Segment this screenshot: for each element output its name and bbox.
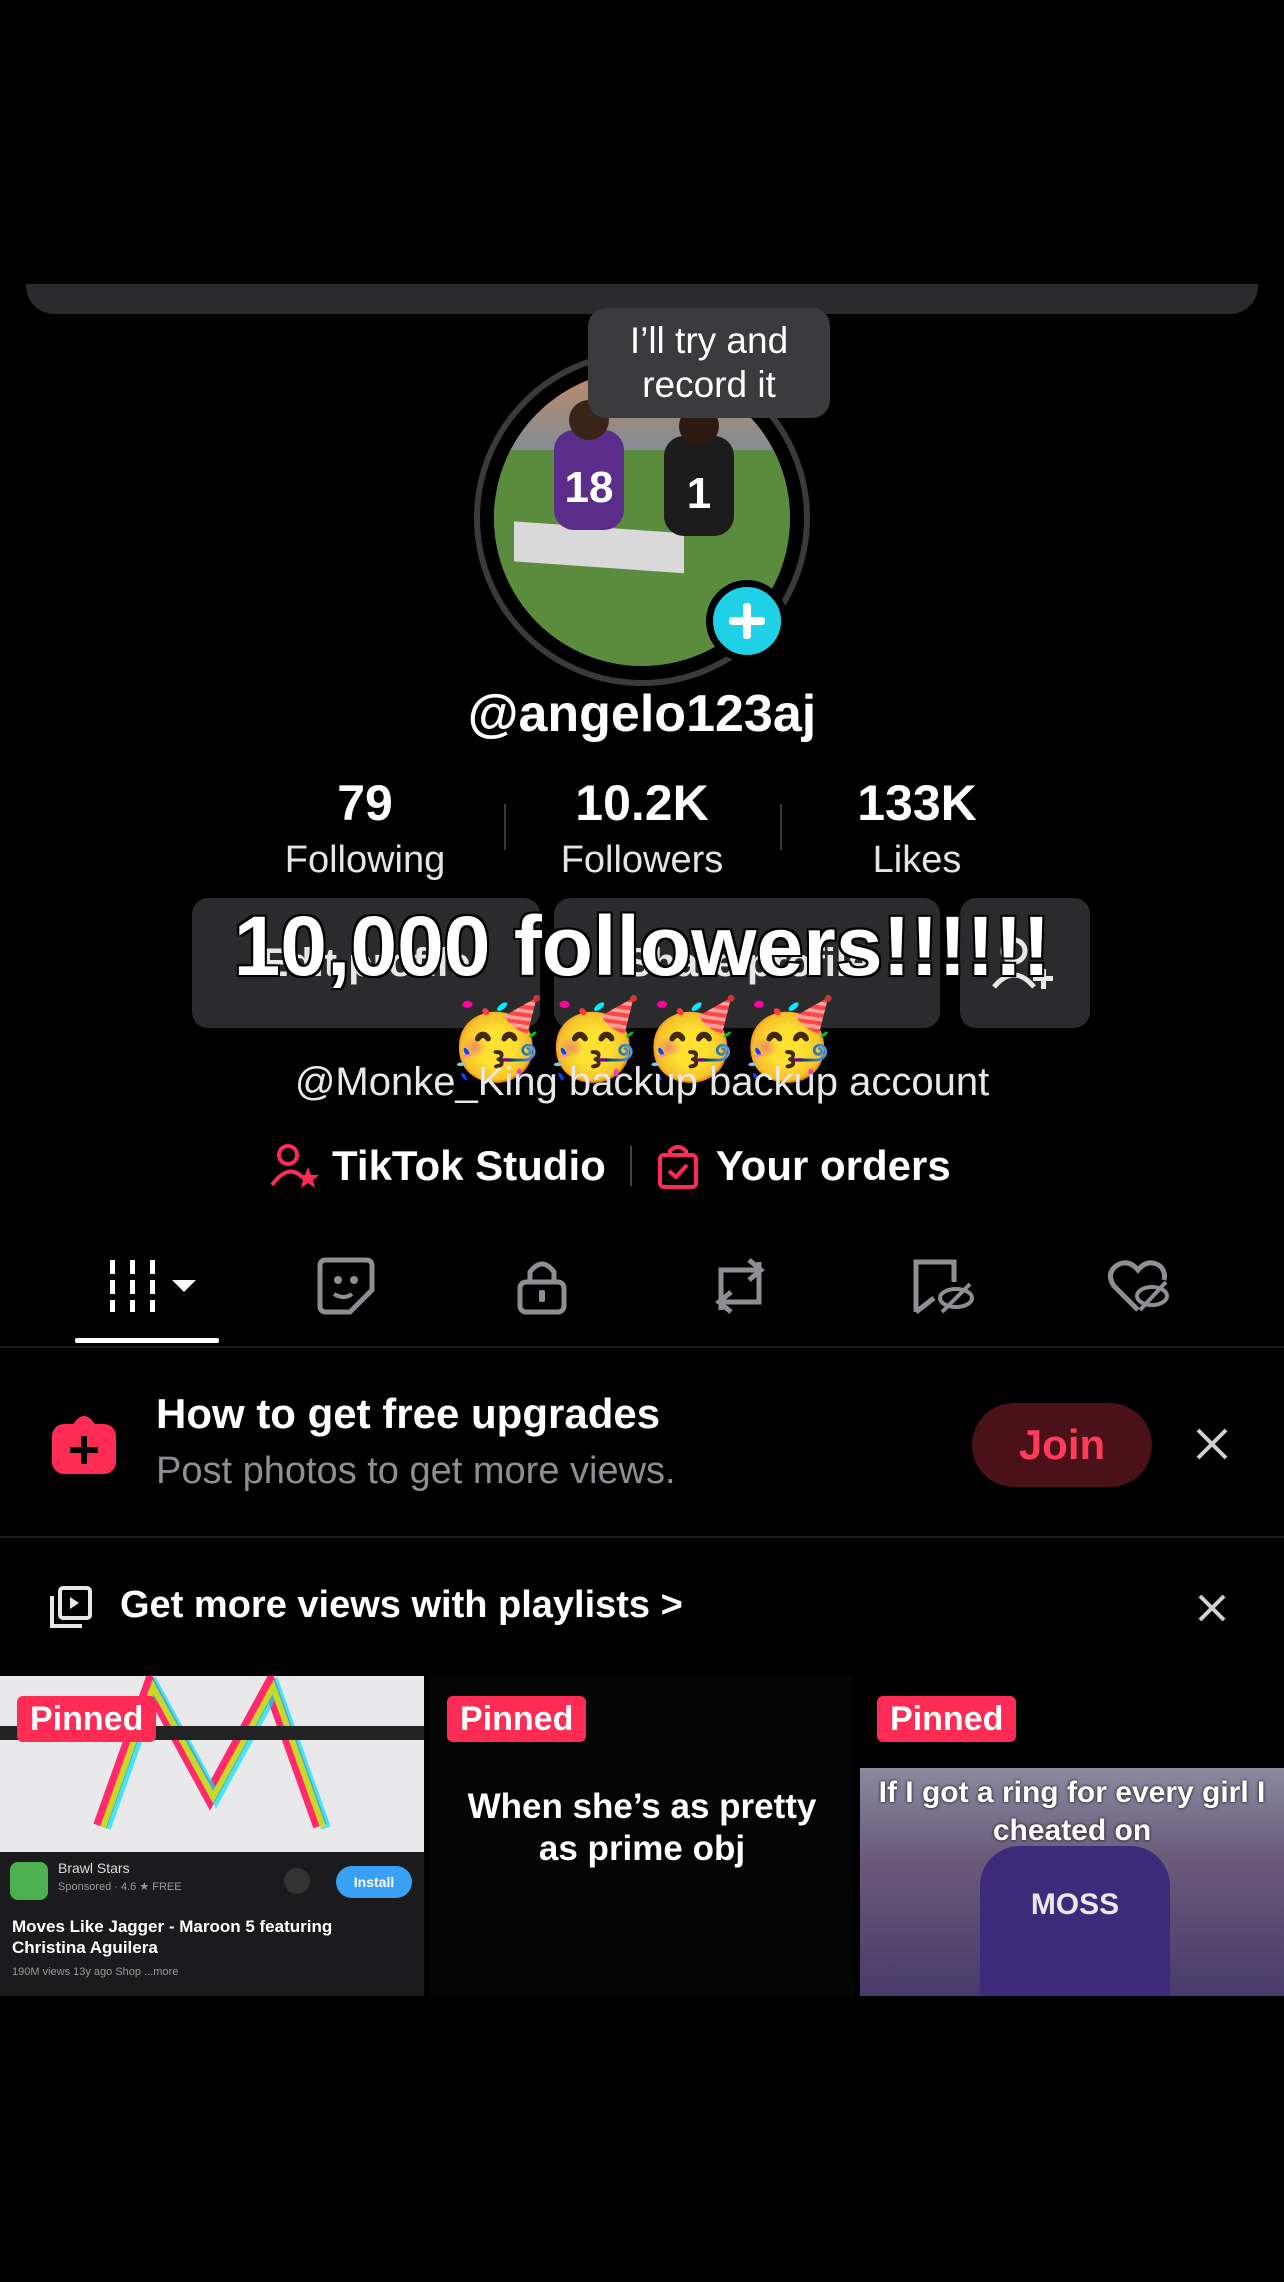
install-button[interactable]: Install xyxy=(336,1866,412,1898)
shopping-bag-icon xyxy=(657,1145,698,1189)
stat-divider xyxy=(780,804,782,850)
link-divider xyxy=(629,1146,632,1186)
ad-expand-button[interactable] xyxy=(284,1868,310,1894)
svg-text:18: 18 xyxy=(565,463,614,512)
promo-title: How to get free upgrades xyxy=(156,1390,661,1437)
speech-bubble: I’ll try and record it xyxy=(588,308,830,418)
followers-label: Followers xyxy=(560,839,724,881)
hidden-heart-icon xyxy=(1108,1260,1169,1312)
orders-link[interactable]: Your orders xyxy=(656,1142,951,1190)
profile-links: TikTok Studio Your orders xyxy=(270,1136,951,1196)
stats-row: 79 Following 10.2K Followers 133K Likes xyxy=(0,772,1284,892)
upgrade-promo: How to get free upgrades Post photos to … xyxy=(0,1350,1284,1538)
close-icon xyxy=(1196,1428,1228,1460)
jersey-name: MOSS xyxy=(1030,1888,1120,1921)
plus-icon xyxy=(729,603,765,639)
lock-icon xyxy=(517,1261,567,1315)
ad-app-name: Brawl Stars xyxy=(58,1860,130,1876)
pinned-badge: Pinned xyxy=(447,1696,587,1742)
person-star-icon xyxy=(270,1144,319,1188)
video-thumbnail[interactable]: When she’s as pretty as prime obj Pinned xyxy=(430,1676,854,1996)
tab-private[interactable] xyxy=(492,1246,592,1326)
stat-followers[interactable]: 10.2K Followers xyxy=(522,772,762,886)
stat-likes[interactable]: 133K Likes xyxy=(797,772,1037,886)
following-label: Following xyxy=(284,839,446,881)
ad-video-title: Moves Like Jagger - Maroon 5 featuring C… xyxy=(12,1917,333,1957)
ad-video-stats: 190M views 13y ago Shop ...more xyxy=(12,1966,179,1978)
promo-subtitle: Post photos to get more views. xyxy=(156,1450,676,1492)
username: @angelo123aj xyxy=(467,685,817,743)
video-thumbnail[interactable]: Brawl Stars Sponsored · 4.6 ★ FREE Insta… xyxy=(0,1676,424,1996)
playlist-icon xyxy=(50,1586,92,1628)
playlist-banner[interactable]: Get more views with playlists > xyxy=(0,1566,1284,1650)
ad-meta: Sponsored · 4.6 ★ FREE xyxy=(58,1881,182,1893)
followers-count: 10.2K xyxy=(575,775,709,831)
playlist-close-button[interactable] xyxy=(1194,1590,1230,1626)
repost-icon xyxy=(715,1258,765,1314)
join-button[interactable]: Join xyxy=(972,1403,1152,1487)
stat-following[interactable]: 79 Following xyxy=(245,772,485,886)
close-icon xyxy=(1198,1594,1226,1622)
hidden-bookmark-icon xyxy=(913,1259,974,1314)
app-icon xyxy=(10,1862,48,1900)
following-count: 79 xyxy=(337,775,393,831)
profile-tabs xyxy=(0,1226,1284,1348)
creator-tools-link[interactable]: TikTok Studio xyxy=(270,1142,606,1190)
tab-stickers[interactable] xyxy=(296,1246,396,1326)
pinned-badge: Pinned xyxy=(877,1696,1017,1742)
playlist-label: Get more views with playlists > xyxy=(120,1584,683,1626)
likes-label: Likes xyxy=(872,839,962,881)
ad-overlay: Brawl Stars Sponsored · 4.6 ★ FREE Insta… xyxy=(0,1852,424,1996)
video-thumbnail[interactable]: MOSS If I got a ring for every girl I ch… xyxy=(860,1676,1284,1996)
bio: @Monke_King backup backup account xyxy=(294,1060,990,1104)
stat-divider xyxy=(504,804,506,850)
svg-text:1: 1 xyxy=(687,469,711,518)
gift-plus-icon xyxy=(52,1416,116,1474)
promo-close-button[interactable] xyxy=(1192,1424,1232,1464)
tab-reposts[interactable] xyxy=(690,1246,790,1326)
sticker-face-icon xyxy=(317,1257,375,1315)
overlay-caption: 10,000 followers!!!!!! xyxy=(233,899,1051,993)
active-tab-indicator xyxy=(75,1338,219,1343)
likes-count: 133K xyxy=(857,775,977,831)
video-grid: Brawl Stars Sponsored · 4.6 ★ FREE Insta… xyxy=(0,1676,1284,1996)
video-caption: If I got a ring for every girl I cheated… xyxy=(878,1776,1266,1847)
add-story-button[interactable] xyxy=(706,580,788,662)
orders-label: Your orders xyxy=(715,1142,951,1189)
creator-tools-label: TikTok Studio xyxy=(332,1142,606,1189)
tab-liked[interactable] xyxy=(1088,1246,1188,1326)
video-caption: When she’s as pretty as prime obj xyxy=(467,1787,817,1868)
pinned-badge: Pinned xyxy=(17,1696,157,1742)
videos-grid-icon xyxy=(110,1260,196,1312)
tab-favorites[interactable] xyxy=(892,1246,992,1326)
tab-videos[interactable] xyxy=(95,1246,205,1326)
